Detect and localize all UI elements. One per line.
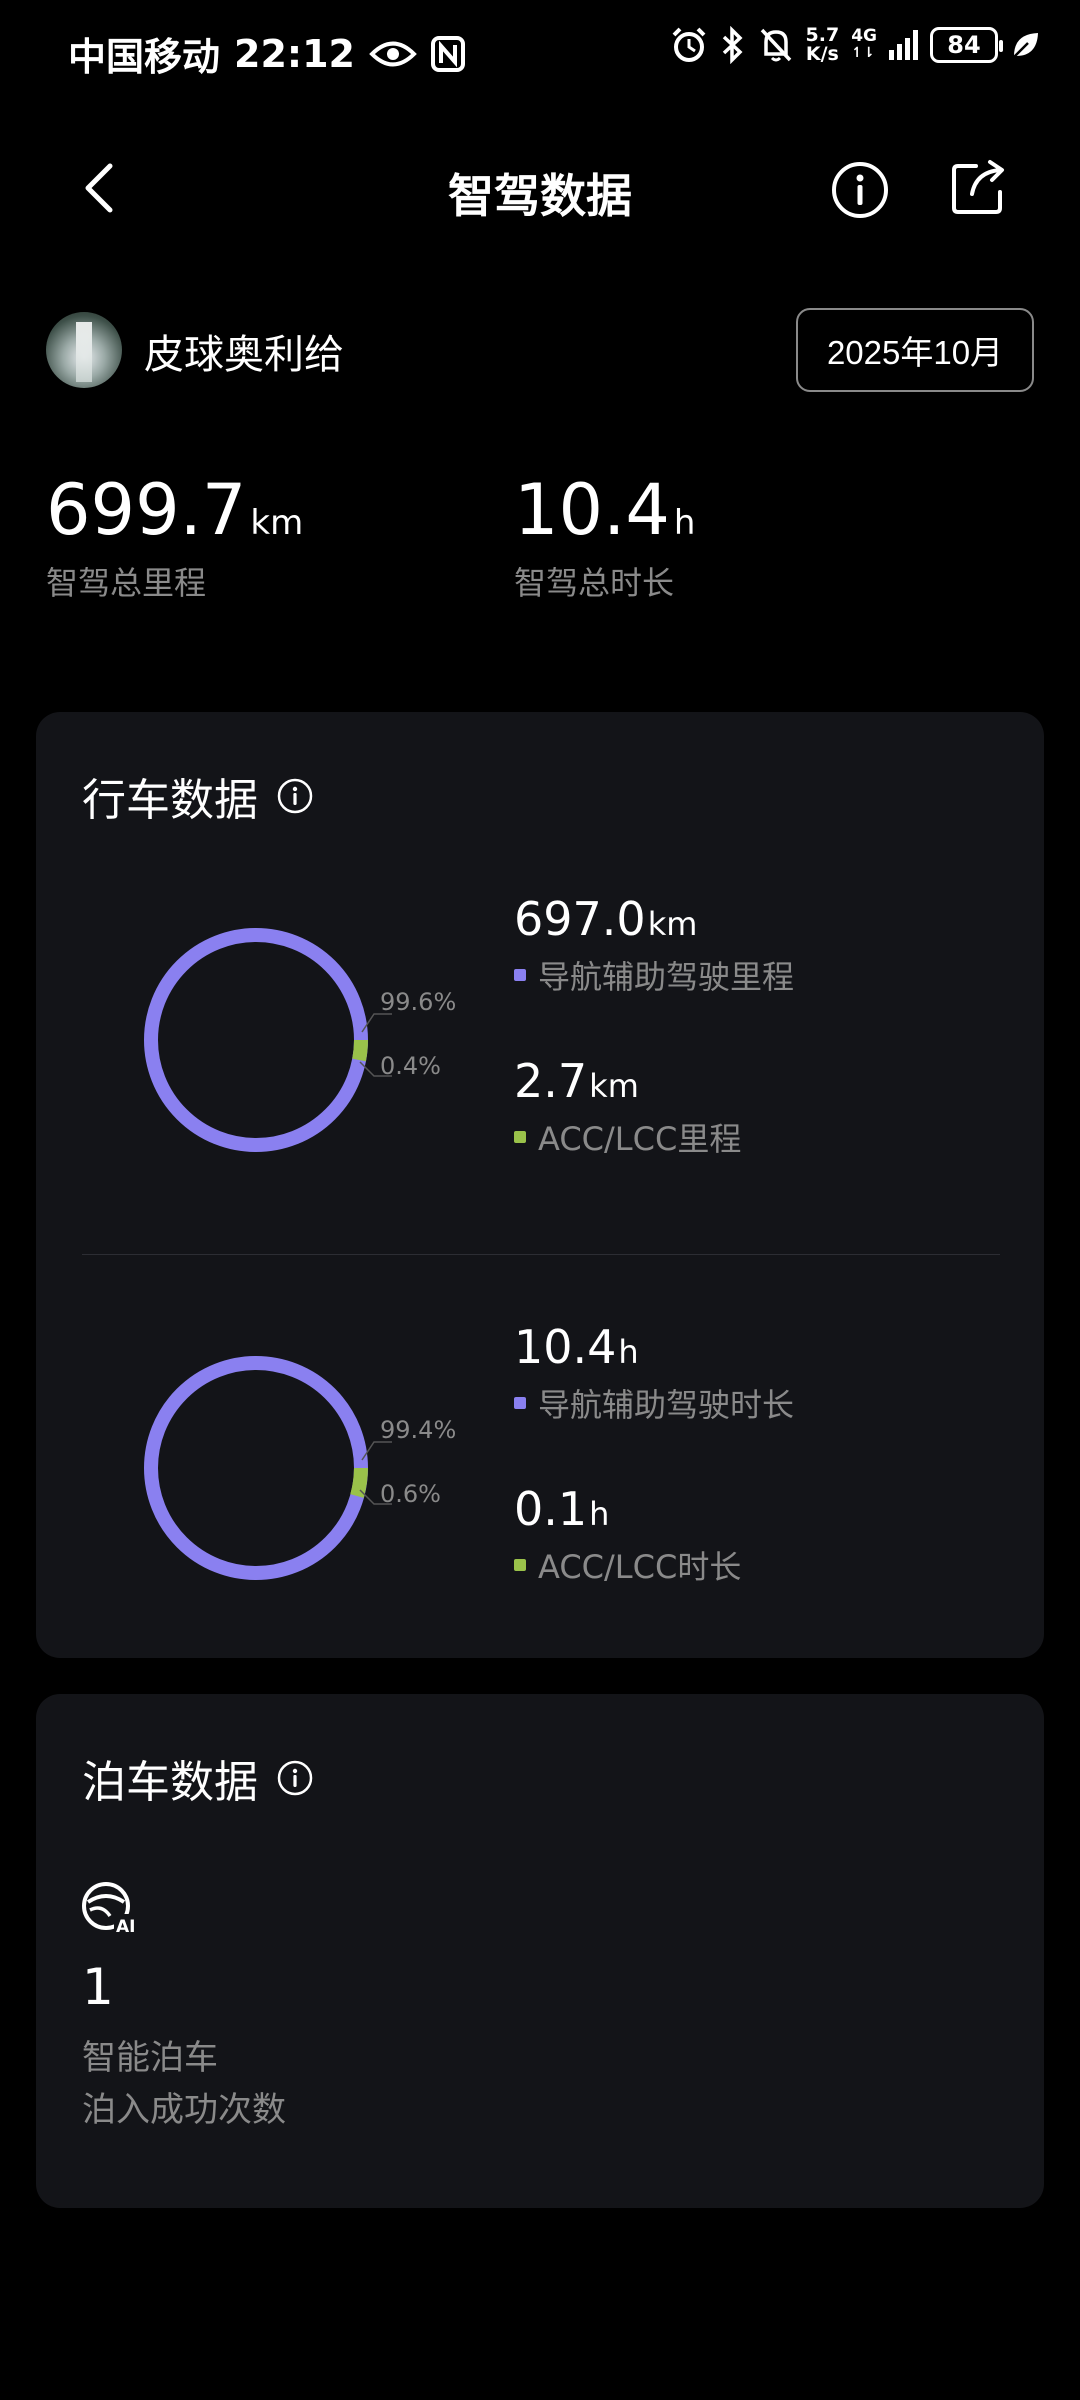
nav-duration-metric: 10.4h 导航辅助驾驶时长	[514, 1320, 794, 1426]
acc-distance-metric: 2.7km ACC/LCC里程	[514, 1054, 741, 1160]
acc-duration-unit: h	[589, 1495, 610, 1533]
acc-distance-value: 2.7	[514, 1054, 588, 1108]
avatar[interactable]	[46, 312, 122, 388]
total-distance: 699.7 km 智驾总里程	[46, 470, 303, 604]
duration-donut-chart	[144, 1356, 392, 1580]
speed-unit: K/s	[805, 43, 839, 65]
duration-donut-nav-arc	[144, 1356, 368, 1580]
total-duration-label: 智驾总时长	[514, 564, 675, 602]
clock: 22:12	[234, 31, 355, 76]
status-bar: 中国移动 22:12 5.7 K/s 4G ↿⇂ 84	[0, 0, 1080, 104]
total-duration-unit: h	[673, 503, 696, 543]
nav-distance-unit: km	[647, 905, 698, 943]
card-divider	[82, 1254, 1000, 1255]
parking-data-card: 泊车数据 AI 1 智能泊车 泊入成功次数	[36, 1694, 1044, 2208]
signal-icon	[889, 30, 918, 60]
total-duration-value: 10.4	[514, 469, 670, 551]
navigation-bar: 智驾数据	[0, 130, 1080, 250]
nav-distance-value: 697.0	[514, 892, 646, 946]
driving-card-title: 行车数据	[82, 775, 258, 826]
parking-count: 1	[82, 1958, 114, 2016]
duration-donut-acc-arc	[350, 1467, 368, 1498]
nav-distance-label: 导航辅助驾驶里程	[538, 958, 795, 996]
total-distance-value: 699.7	[46, 469, 247, 551]
acc-duration-label: ACC/LCC时长	[538, 1548, 742, 1586]
acc-distance-label: ACC/LCC里程	[538, 1120, 742, 1158]
nav-duration-legend-dot	[514, 1397, 526, 1409]
month-selector-button[interactable]: 2025年10月	[796, 308, 1034, 392]
distance-donut-acc-arc	[352, 1039, 368, 1062]
eye-icon	[369, 41, 417, 66]
distance-acc-percent: 0.4%	[380, 1052, 441, 1080]
acc-duration-value: 0.1	[514, 1482, 588, 1536]
parking-info-icon[interactable]	[276, 1759, 314, 1797]
duration-acc-percent: 0.6%	[380, 1480, 441, 1508]
acc-distance-unit: km	[589, 1067, 639, 1105]
acc-duration-legend-dot	[514, 1559, 526, 1571]
share-icon[interactable]	[946, 156, 1010, 220]
bluetooth-icon	[722, 26, 743, 64]
nav-duration-unit: h	[618, 1333, 639, 1371]
driving-info-icon[interactable]	[276, 777, 314, 815]
nav-duration-label: 导航辅助驾驶时长	[538, 1386, 795, 1424]
total-distance-label: 智驾总里程	[46, 564, 207, 602]
network-label: 4G	[851, 26, 877, 46]
acc-legend-dot	[514, 1131, 526, 1143]
mute-bell-icon	[760, 28, 791, 62]
leaf-icon	[1013, 33, 1038, 58]
nav-duration-value: 10.4	[514, 1320, 617, 1374]
battery-level: 84	[947, 31, 981, 59]
nfc-icon	[430, 35, 465, 72]
duration-nav-percent: 99.4%	[380, 1416, 457, 1444]
acc-duration-metric: 0.1h ACC/LCC时长	[514, 1482, 741, 1588]
battery-icon: 84	[930, 27, 1003, 63]
distance-nav-percent: 99.6%	[380, 988, 457, 1016]
parking-card-title: 泊车数据	[82, 1757, 258, 1808]
page-title: 智驾数据	[448, 169, 632, 223]
total-duration: 10.4 h 智驾总时长	[514, 470, 695, 604]
carrier-label: 中国移动	[68, 35, 221, 79]
username: 皮球奥利给	[144, 332, 344, 378]
info-icon[interactable]	[828, 158, 892, 222]
distance-donut-nav-arc	[144, 928, 368, 1152]
nav-distance-metric: 697.0km 导航辅助驾驶里程	[514, 892, 794, 998]
ai-parking-icon: AI	[82, 1882, 142, 1936]
alarm-icon	[672, 27, 705, 62]
driving-card-header: 行车数据	[82, 764, 314, 828]
total-distance-unit: km	[250, 503, 304, 543]
parking-label-line1: 智能泊车	[82, 2038, 218, 2078]
network-speed: 5.7 K/s	[806, 26, 840, 64]
total-duration-value-row: 10.4 h	[514, 470, 695, 550]
distance-donut-chart	[144, 928, 392, 1152]
parking-card-header: 泊车数据	[82, 1746, 314, 1810]
nav-legend-dot	[514, 969, 526, 981]
total-distance-value-row: 699.7 km	[46, 470, 303, 550]
network-type: 4G ↿⇂	[851, 26, 877, 62]
driving-data-card: 行车数据 99.6% 0.4% 697.0km 导航辅助驾驶里程 2.7km A…	[36, 712, 1044, 1658]
parking-label-line2: 泊入成功次数	[82, 2090, 286, 2130]
svg-text:AI: AI	[116, 1917, 135, 1936]
